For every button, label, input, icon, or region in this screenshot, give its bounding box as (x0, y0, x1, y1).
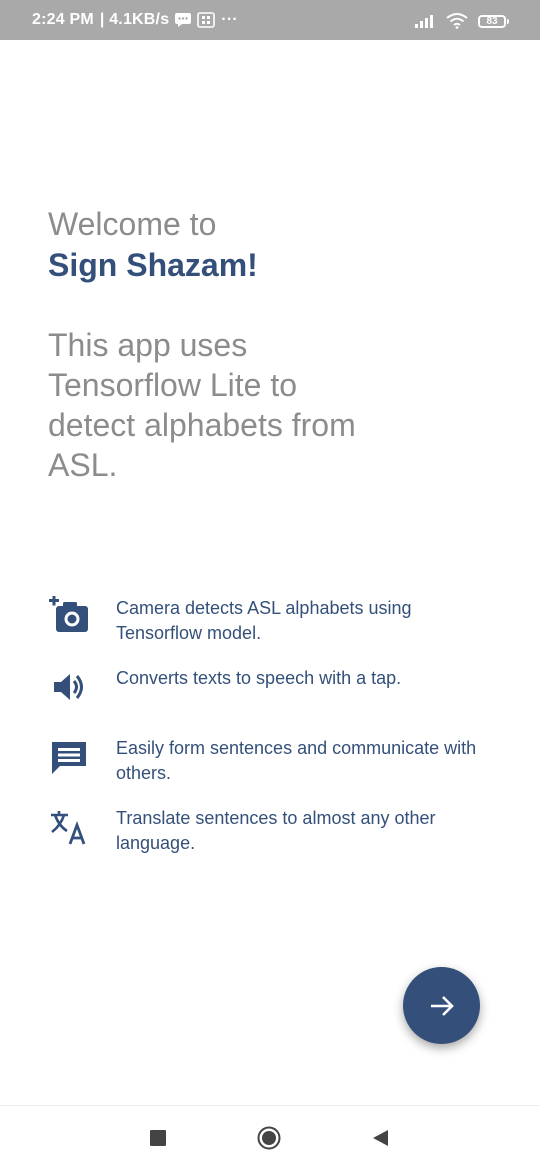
feature-text-translate: Translate sentences to almost any other … (116, 808, 436, 853)
signal-icon (415, 15, 433, 28)
translate-icon (48, 806, 90, 848)
feature-text-sentences: Easily form sentences and communicate wi… (116, 738, 477, 783)
battery-level: 83 (486, 15, 498, 27)
wifi-icon (446, 13, 468, 29)
next-fab-button[interactable] (403, 967, 480, 1044)
volume-up-icon (48, 666, 90, 708)
app-name-title: Sign Shazam! (48, 247, 258, 283)
home-icon[interactable] (257, 1126, 281, 1150)
system-nav-bar (0, 1105, 540, 1171)
intro-description: This app uses Tensorflow Lite to detect … (48, 327, 356, 483)
status-left: 2:24 PM | 4.1KB/s ··· (32, 11, 238, 29)
welcome-heading: Welcome to (48, 206, 217, 242)
status-right: 83 (414, 13, 509, 29)
more-dots-icon: ··· (221, 11, 238, 28)
message-icon (48, 736, 90, 778)
battery-icon: 83 (478, 14, 509, 28)
feature-text-speech: Converts texts to speech with a tap. (116, 668, 402, 688)
recent-apps-icon[interactable] (150, 1130, 166, 1146)
back-icon[interactable] (371, 1129, 389, 1147)
arrow-forward-icon (430, 995, 454, 1016)
sim-status-icon (197, 12, 216, 28)
status-time: 2:24 PM (32, 11, 94, 28)
message-status-icon (175, 13, 192, 27)
status-net-speed: | 4.1KB/s (99, 11, 170, 28)
feature-text-camera: Camera detects ASL alphabets using Tenso… (116, 598, 412, 643)
add-a-photo-icon (48, 596, 90, 638)
status-bar: 2:24 PM | 4.1KB/s ··· 83 (0, 0, 540, 40)
